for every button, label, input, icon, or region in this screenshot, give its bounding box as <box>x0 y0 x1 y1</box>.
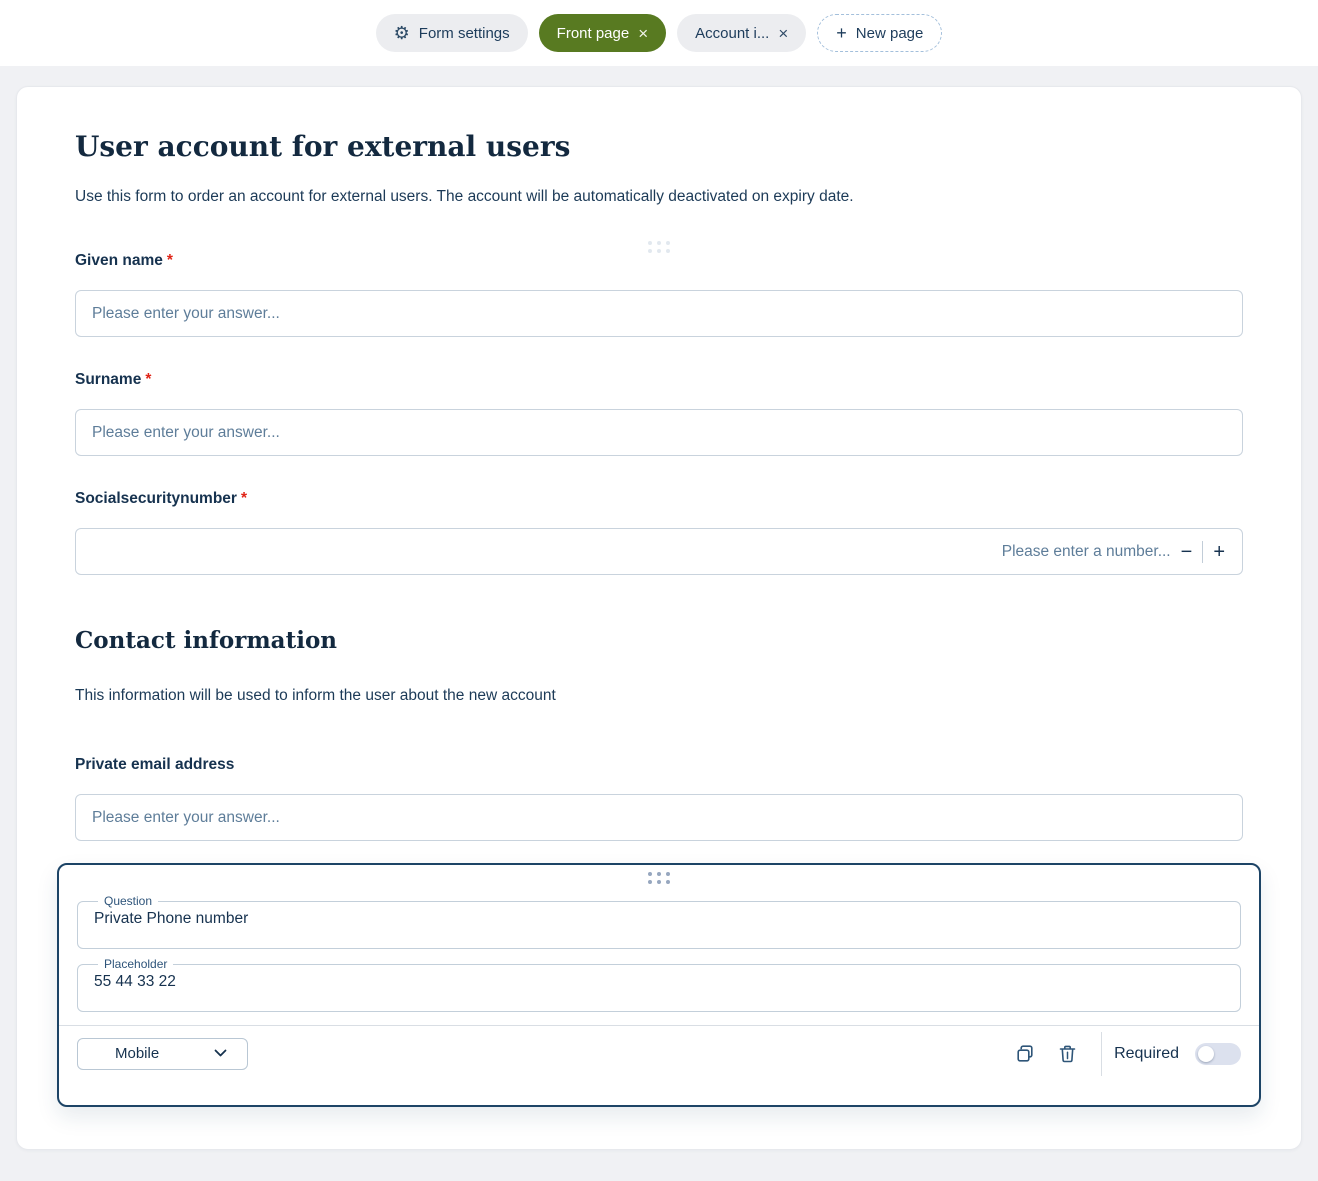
required-asterisk: * <box>240 490 247 507</box>
footer-divider <box>1101 1031 1103 1076</box>
placeholder-text-input[interactable] <box>92 971 1226 1001</box>
duplicate-question-button[interactable] <box>1013 1042 1037 1066</box>
tab-account-info[interactable]: Account i... × <box>677 14 807 52</box>
required-label: Required <box>1114 1044 1179 1062</box>
form-settings-button[interactable]: ⚙ Form settings <box>375 14 528 52</box>
plus-icon: + <box>836 23 847 43</box>
decrement-button[interactable]: − <box>1180 542 1194 562</box>
page-tabs-bar: ⚙ Form settings Front page × Account i..… <box>0 0 1318 66</box>
given-name-label-text: Given name <box>75 252 163 269</box>
question-fieldset: Question <box>77 894 1241 949</box>
form-title: User account for external users <box>75 130 571 163</box>
given-name-input[interactable] <box>75 290 1243 337</box>
increment-button[interactable]: + <box>1212 542 1226 562</box>
question-text-input[interactable] <box>92 908 1226 938</box>
drag-handle-icon[interactable] <box>648 872 670 884</box>
copy-icon <box>1017 1044 1033 1062</box>
editor-actions: Required <box>1013 1026 1241 1081</box>
surname-label: Surname * <box>75 371 1243 389</box>
private-email-label: Private email address <box>75 756 235 773</box>
tab-front-page[interactable]: Front page × <box>538 14 667 52</box>
section-description: This information will be used to inform … <box>75 687 556 704</box>
trash-icon <box>1059 1045 1075 1062</box>
placeholder-fieldset: Placeholder <box>77 957 1241 1012</box>
given-name-label: Given name * <box>75 252 1243 270</box>
tab-front-page-label: Front page <box>556 24 630 42</box>
close-icon[interactable]: × <box>638 25 648 42</box>
chevron-down-icon <box>214 1049 227 1057</box>
question-type-select[interactable]: Mobile <box>77 1037 248 1070</box>
new-page-label: New page <box>855 24 924 42</box>
private-email-input[interactable] <box>75 794 1243 841</box>
required-asterisk: * <box>145 371 152 388</box>
new-page-button[interactable]: + New page <box>817 14 943 52</box>
editor-footer: Mobile Required <box>59 1025 1259 1081</box>
ssn-placeholder: Please enter a number... <box>1001 542 1171 560</box>
required-toggle[interactable] <box>1195 1042 1241 1065</box>
form-description: Use this form to order an account for ex… <box>75 188 854 205</box>
ssn-number-input[interactable]: Please enter a number... − + <box>75 528 1243 575</box>
gear-icon: ⚙ <box>393 23 410 43</box>
placeholder-legend: Placeholder <box>104 957 168 971</box>
form-canvas: User account for external users Use this… <box>16 86 1302 1150</box>
question-editor-block[interactable]: Question Placeholder Mobile <box>57 863 1261 1107</box>
toggle-knob <box>1198 1045 1214 1062</box>
drag-handle-icon[interactable] <box>648 241 670 253</box>
question-type-value: Mobile <box>115 1045 160 1062</box>
surname-label-text: Surname <box>75 371 142 388</box>
required-asterisk: * <box>166 252 173 269</box>
close-icon[interactable]: × <box>778 25 788 42</box>
ssn-label-text: Socialsecuritynumber <box>75 490 237 507</box>
question-legend: Question <box>104 894 153 908</box>
delete-question-button[interactable] <box>1055 1042 1079 1066</box>
form-settings-label: Form settings <box>418 24 510 42</box>
ssn-label: Socialsecuritynumber * <box>75 490 1243 508</box>
surname-input[interactable] <box>75 409 1243 456</box>
stepper-divider <box>1202 540 1204 563</box>
section-heading: Contact information <box>75 627 338 654</box>
tab-account-info-label: Account i... <box>695 24 770 42</box>
